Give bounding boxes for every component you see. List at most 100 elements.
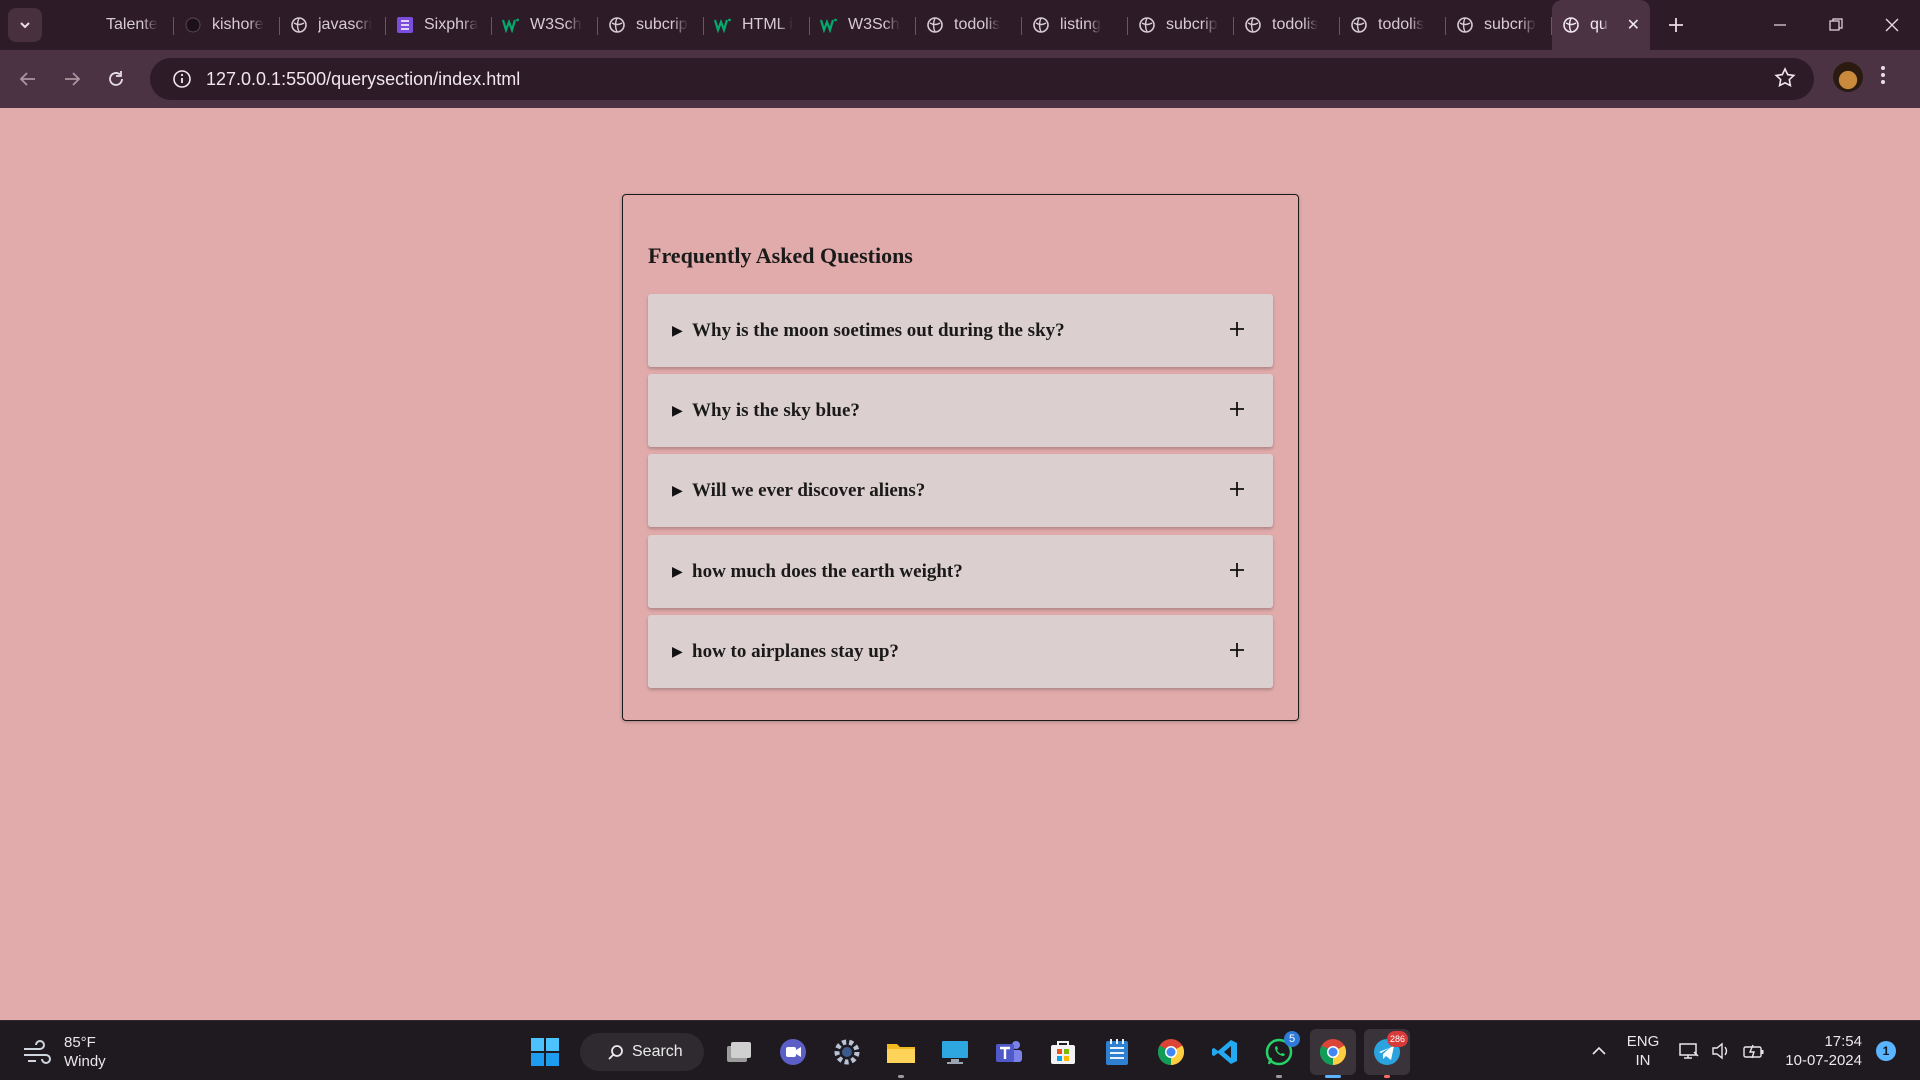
browser-tab[interactable]: todolis xyxy=(1340,0,1446,50)
close-icon xyxy=(1885,18,1899,32)
site-info-icon[interactable] xyxy=(162,69,202,89)
windows-logo-icon xyxy=(531,1038,559,1066)
w3schools-icon xyxy=(714,16,732,34)
browser-tab-active[interactable]: qu ✕ xyxy=(1552,0,1650,50)
store-icon xyxy=(1051,1041,1075,1064)
tab-search-button[interactable] xyxy=(8,8,42,42)
plus-icon[interactable] xyxy=(1223,636,1251,664)
new-tab-button[interactable] xyxy=(1656,5,1696,45)
file-explorer-app[interactable] xyxy=(878,1029,924,1078)
minimize-button[interactable] xyxy=(1752,0,1808,50)
folder-icon xyxy=(887,1044,915,1063)
disclosure-triangle-icon: ▶ xyxy=(672,322,683,338)
chevron-up-icon[interactable] xyxy=(1591,1046,1607,1056)
taskbar-apps: Search 5 286 xyxy=(518,1029,1414,1078)
browser-tab[interactable]: todolis xyxy=(916,0,1022,50)
browser-tab[interactable]: W3Sch xyxy=(492,0,598,50)
browser-tab[interactable]: listing xyxy=(1022,0,1128,50)
plus-icon xyxy=(1669,18,1683,32)
chrome-profile-app[interactable] xyxy=(1310,1029,1356,1078)
faq-question: Will we ever discover aliens? xyxy=(692,479,926,501)
browser-tab[interactable]: kishore xyxy=(174,0,280,50)
plus-icon[interactable] xyxy=(1223,395,1251,423)
faq-question: how to airplanes stay up? xyxy=(692,640,899,662)
browser-tab[interactable]: subcrip xyxy=(1446,0,1552,50)
plus-icon[interactable] xyxy=(1223,315,1251,343)
close-window-button[interactable] xyxy=(1864,0,1920,50)
search-label: Search xyxy=(632,1043,683,1060)
arrow-right-icon xyxy=(65,72,81,86)
minimize-icon xyxy=(1774,24,1786,26)
settings-app[interactable] xyxy=(824,1029,870,1075)
notepad-app[interactable] xyxy=(1094,1029,1140,1075)
browser-tab[interactable]: Talente xyxy=(68,0,174,50)
browser-tab[interactable]: HTML i xyxy=(704,0,810,50)
faq-item[interactable]: ▶ Why is the sky blue? xyxy=(648,374,1273,447)
remote-desktop-app[interactable] xyxy=(932,1029,978,1075)
tab-list: Talente kishore javascri Sixphra W3Sch s… xyxy=(68,0,1650,50)
running-indicator xyxy=(898,1075,904,1078)
task-view-button[interactable] xyxy=(716,1029,762,1075)
whatsapp-badge: 5 xyxy=(1284,1031,1300,1047)
telegram-app[interactable]: 286 xyxy=(1364,1029,1410,1078)
vscode-icon xyxy=(1212,1040,1237,1064)
battery-icon[interactable] xyxy=(1743,1042,1765,1060)
faq-item[interactable]: ▶ Why is the moon soetimes out during th… xyxy=(648,294,1273,367)
disclosure-triangle-icon: ▶ xyxy=(672,482,683,498)
start-button[interactable] xyxy=(522,1029,568,1075)
plus-icon[interactable] xyxy=(1223,475,1251,503)
globe-icon xyxy=(1244,16,1262,34)
notification-badge[interactable]: 1 xyxy=(1876,1041,1896,1061)
plus-icon[interactable] xyxy=(1223,556,1251,584)
notepad-icon xyxy=(1106,1039,1128,1065)
store-app[interactable] xyxy=(1040,1029,1086,1075)
faq-card: Frequently Asked Questions ▶ Why is the … xyxy=(622,194,1299,721)
faq-item[interactable]: ▶ how much does the earth weight? xyxy=(648,535,1273,608)
chat-app[interactable] xyxy=(770,1029,816,1075)
globe-icon xyxy=(1456,16,1474,34)
bookmark-star-icon[interactable] xyxy=(1774,67,1796,94)
window-controls xyxy=(1752,0,1920,50)
back-button[interactable] xyxy=(6,57,50,101)
clock[interactable]: 17:54 10-07-2024 xyxy=(1785,1032,1862,1070)
search-icon xyxy=(608,1045,623,1060)
taskbar-search[interactable]: Search xyxy=(580,1033,704,1071)
browser-tab[interactable]: javascri xyxy=(280,0,386,50)
language-indicator[interactable]: ENG IN xyxy=(1627,1032,1660,1070)
browser-tab[interactable]: todolis xyxy=(1234,0,1340,50)
faq-item[interactable]: ▶ how to airplanes stay up? xyxy=(648,615,1273,688)
chrome-icon xyxy=(1319,1039,1347,1066)
browser-tab[interactable]: W3Sch xyxy=(810,0,916,50)
teams-app[interactable] xyxy=(986,1029,1032,1075)
address-bar[interactable]: 127.0.0.1:5500/querysection/index.html xyxy=(150,58,1814,100)
running-indicator xyxy=(1384,1075,1390,1078)
forward-button[interactable] xyxy=(50,57,94,101)
whatsapp-app[interactable]: 5 xyxy=(1256,1029,1302,1078)
faq-title: Frequently Asked Questions xyxy=(648,243,913,268)
globe-icon xyxy=(1138,16,1156,34)
weather-widget[interactable]: 85°F Windy xyxy=(22,1033,106,1071)
url-text[interactable]: 127.0.0.1:5500/querysection/index.html xyxy=(206,69,520,90)
volume-icon[interactable] xyxy=(1711,1042,1731,1060)
task-view-icon xyxy=(727,1042,751,1062)
network-icon[interactable] xyxy=(1679,1042,1699,1060)
faq-question: how much does the earth weight? xyxy=(692,560,963,582)
region-code: IN xyxy=(1635,1052,1651,1069)
profile-avatar[interactable] xyxy=(1833,62,1863,92)
chevron-down-icon xyxy=(20,22,30,29)
clock-time: 17:54 xyxy=(1824,1033,1862,1050)
browser-menu-icon[interactable] xyxy=(1880,64,1886,91)
weather-condition: Windy xyxy=(64,1053,106,1070)
vscode-app[interactable] xyxy=(1202,1029,1248,1075)
chrome-icon xyxy=(1157,1039,1185,1066)
browser-tab[interactable]: Sixphra xyxy=(386,0,492,50)
chrome-app[interactable] xyxy=(1148,1029,1194,1075)
browser-tab[interactable]: subcrip xyxy=(598,0,704,50)
windows-taskbar: 85°F Windy Search 5 286 ENG IN 17:54 10-… xyxy=(0,1020,1920,1080)
browser-tab[interactable]: subcrip xyxy=(1128,0,1234,50)
reload-button[interactable] xyxy=(94,57,138,101)
globe-icon xyxy=(290,16,308,34)
restore-button[interactable] xyxy=(1808,0,1864,50)
faq-item[interactable]: ▶ Will we ever discover aliens? xyxy=(648,454,1273,527)
close-tab-icon[interactable]: ✕ xyxy=(1627,15,1640,35)
